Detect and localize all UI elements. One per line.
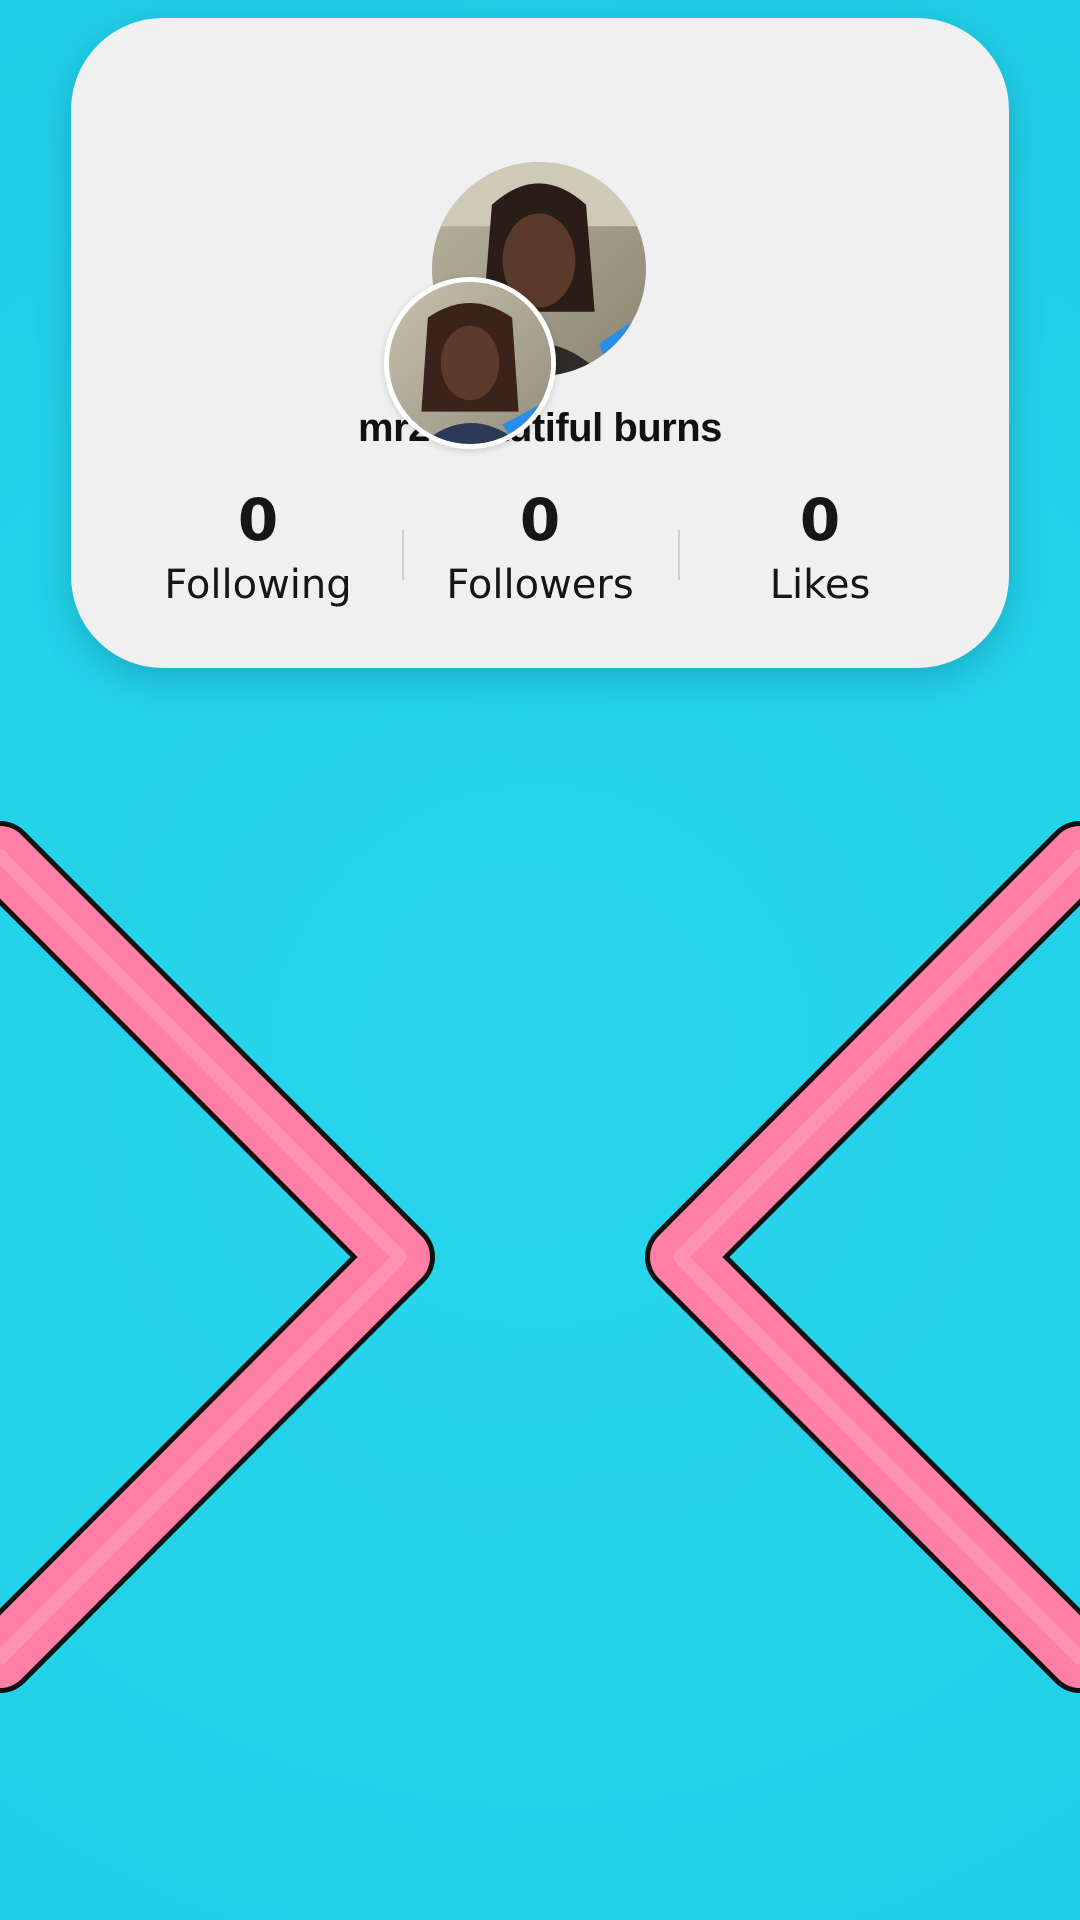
profile-avatar-small[interactable] (384, 277, 556, 449)
followers-label: Followers (446, 562, 634, 608)
likes-stat[interactable]: 0 Likes (670, 485, 970, 613)
avatar-photo-icon (389, 282, 551, 444)
stats-divider (678, 530, 680, 580)
profile-stats: 0 Following 0 Followers 0 Likes (0, 485, 1080, 625)
likes-label: Likes (769, 562, 871, 608)
following-stat[interactable]: 0 Following (108, 485, 408, 613)
followers-stat[interactable]: 0 Followers (390, 485, 690, 613)
screen: mr2 beautiful burns 0 Following 0 Follow… (0, 0, 1080, 1920)
following-label: Following (164, 562, 352, 608)
chevron-right-icon[interactable] (0, 821, 435, 1693)
likes-count: 0 (799, 486, 841, 554)
following-count: 0 (237, 486, 279, 554)
chevron-left-icon[interactable] (645, 821, 1080, 1693)
followers-count: 0 (519, 486, 561, 554)
stats-divider (402, 530, 404, 580)
